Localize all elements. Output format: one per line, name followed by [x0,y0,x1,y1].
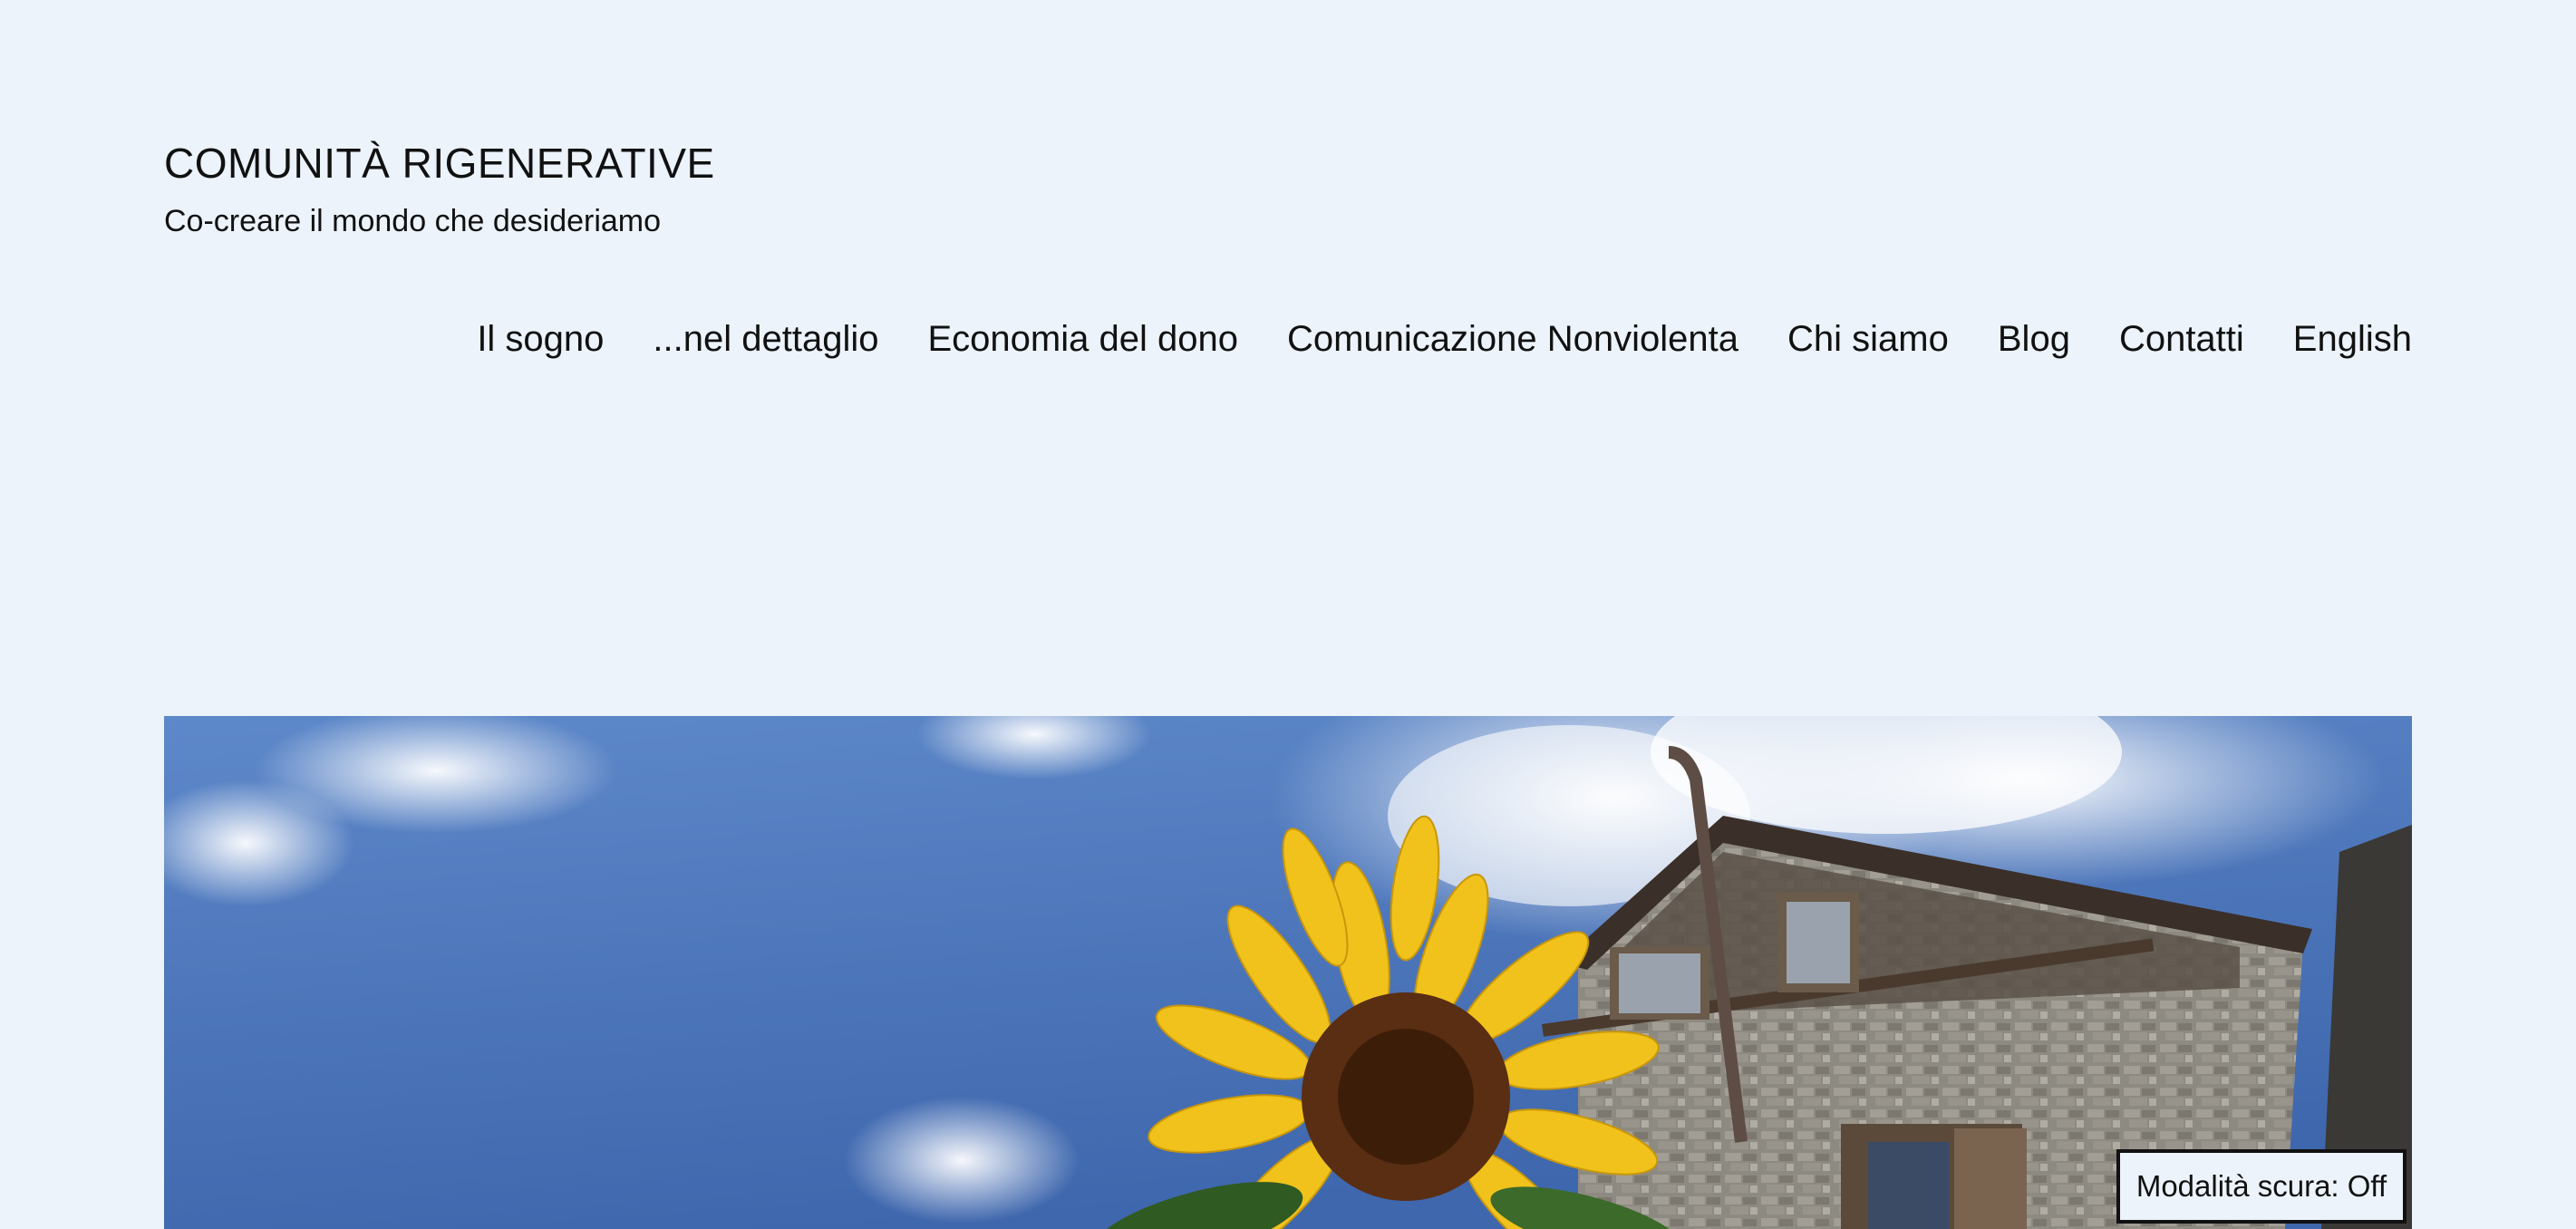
nav-item-economia-del-dono[interactable]: Economia del dono [927,319,1237,360]
dark-mode-toggle[interactable]: Modalità scura: Off [2116,1149,2407,1224]
site-tagline: Co-creare il mondo che desideriamo [164,204,662,238]
site-header: COMUNITÀ RIGENERATIVE Co-creare il mondo… [164,136,715,241]
nav-item-blog[interactable]: Blog [1998,319,2070,360]
hero-illustration [164,716,2412,1229]
main-navigation: Il sogno ...nel dettaglio Economia del d… [477,319,2412,360]
nav-item-contatti[interactable]: Contatti [2119,319,2244,360]
hero-image: Modalità scura: Off [164,716,2412,1229]
nav-item-nel-dettaglio[interactable]: ...nel dettaglio [653,319,878,360]
nav-item-comunicazione-nonviolenta[interactable]: Comunicazione Nonviolenta [1287,319,1738,360]
nav-item-il-sogno[interactable]: Il sogno [477,319,604,360]
nav-item-chi-siamo[interactable]: Chi siamo [1787,319,1949,360]
nav-item-english[interactable]: English [2293,319,2412,360]
site-title[interactable]: COMUNITÀ RIGENERATIVE [164,136,715,190]
